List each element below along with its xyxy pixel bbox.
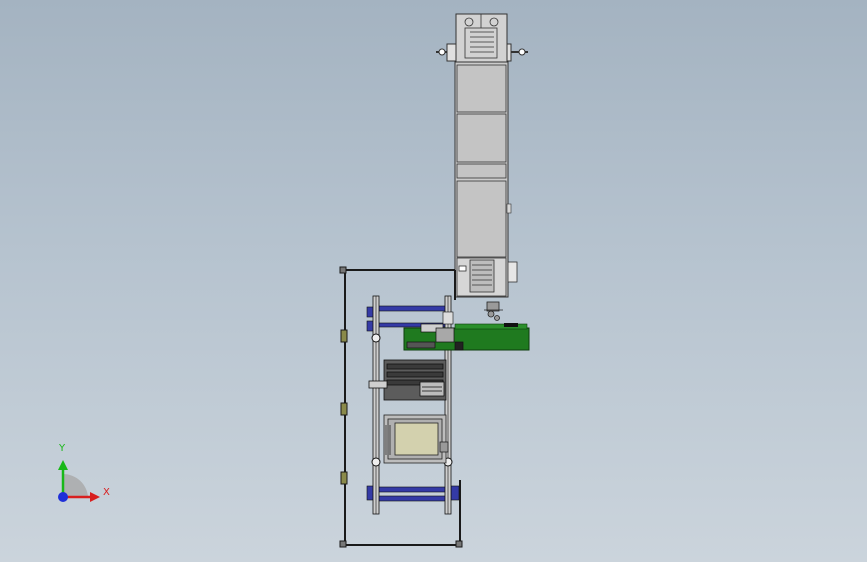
lower-station[interactable]	[383, 414, 449, 464]
body-panels	[456, 64, 507, 258]
side-bump	[506, 203, 512, 214]
y-axis-label: Y	[59, 443, 66, 454]
upper-machine[interactable]	[436, 13, 528, 321]
machine-head[interactable]	[455, 13, 508, 63]
z-axis-dot	[58, 492, 68, 502]
x-axis-label: X	[103, 487, 110, 498]
coordinate-triad	[58, 460, 100, 502]
cad-viewport[interactable]: Y X	[0, 0, 867, 562]
sensor-bracket	[484, 301, 503, 321]
middle-station[interactable]	[368, 359, 447, 401]
assembly-top-view[interactable]	[0, 0, 867, 562]
green-conveyor[interactable]	[403, 323, 530, 351]
